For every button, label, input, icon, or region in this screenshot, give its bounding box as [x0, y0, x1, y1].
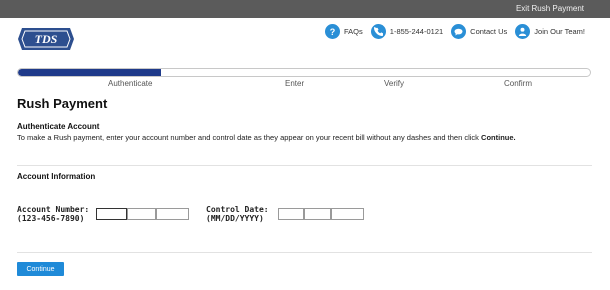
exit-rush-payment-link[interactable]: Exit Rush Payment	[516, 4, 584, 13]
continue-button[interactable]: Continue	[17, 262, 64, 276]
chat-icon	[451, 24, 467, 39]
faqs-link[interactable]: ? FAQs	[325, 24, 363, 39]
header: TDS ? FAQs 1-855-244-0121 Contact Us Joi…	[0, 18, 610, 60]
control-date-day-input[interactable]	[304, 208, 331, 220]
progress-bar	[17, 68, 591, 77]
person-icon	[515, 24, 531, 39]
phone-link[interactable]: 1-855-244-0121	[370, 24, 443, 39]
account-number-label: Account Number: (123-456-7890)	[17, 205, 90, 223]
step-confirm: Confirm	[504, 79, 533, 88]
step-enter: Enter	[285, 79, 305, 88]
step-verify: Verify	[384, 79, 405, 88]
contact-us-link[interactable]: Contact Us	[451, 24, 507, 39]
account-number-part2-input[interactable]	[127, 208, 156, 220]
account-number-part3-input[interactable]	[156, 208, 189, 220]
step-authenticate: Authenticate	[108, 79, 153, 88]
page-title: Rush Payment	[17, 96, 108, 111]
account-number-part1-input[interactable]	[96, 208, 127, 220]
divider	[17, 165, 592, 166]
phone-icon	[370, 24, 386, 39]
authenticate-heading: Authenticate Account	[17, 122, 100, 131]
question-icon: ?	[325, 24, 341, 39]
top-bar: Exit Rush Payment	[0, 0, 610, 18]
account-info-heading: Account Information	[17, 172, 96, 181]
join-our-team-link[interactable]: Join Our Team!	[515, 24, 585, 39]
tds-logo[interactable]: TDS	[16, 26, 76, 52]
control-date-year-input[interactable]	[331, 208, 364, 220]
control-date-label: Control Date: (MM/DD/YYYY)	[206, 205, 269, 223]
progress-fill	[18, 69, 161, 76]
svg-text:TDS: TDS	[35, 32, 58, 46]
divider	[17, 252, 592, 253]
instructions-continue: Continue.	[481, 133, 516, 142]
control-date-month-input[interactable]	[278, 208, 304, 220]
help-bar: ? FAQs 1-855-244-0121 Contact Us Join Ou…	[317, 24, 585, 39]
instructions-text: To make a Rush payment, enter your accou…	[17, 133, 516, 142]
